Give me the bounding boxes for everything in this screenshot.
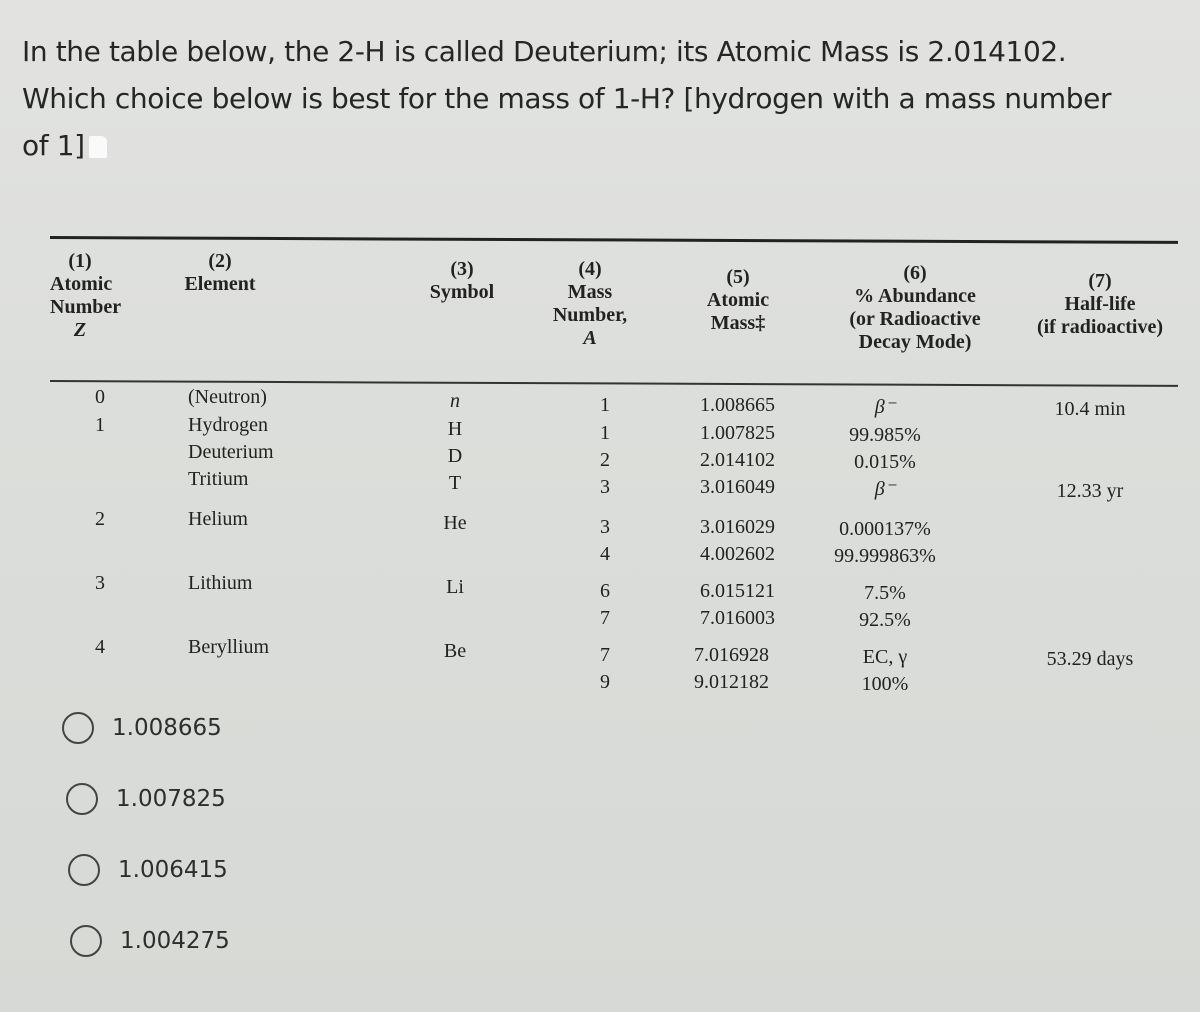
atomic-mass-cell: 2.014102 bbox=[700, 449, 775, 471]
answer-choice-label: 1.007825 bbox=[116, 786, 226, 812]
abundance-cell: 92.5% bbox=[859, 609, 911, 631]
element-name-cell: Beryllium bbox=[188, 636, 270, 658]
column-header-label: Mass‡ bbox=[710, 312, 766, 334]
column-header-label: Decay Mode) bbox=[858, 331, 972, 353]
answer-choice-label: 1.008665 bbox=[112, 715, 222, 741]
table-top-rule bbox=[49, 236, 1178, 244]
abundance-cell: 0.000137% bbox=[839, 518, 931, 540]
element-name-cell: Hydrogen bbox=[188, 414, 268, 436]
column-header-label: Element bbox=[184, 273, 256, 295]
abundance-cell: 100% bbox=[861, 673, 909, 695]
answer-choice-label: 1.006415 bbox=[118, 857, 228, 883]
answer-choice[interactable]: 1.006415 bbox=[68, 854, 228, 886]
column-header-number: (4) bbox=[578, 258, 602, 280]
element-name-cell: (Neutron) bbox=[188, 386, 267, 408]
column-header-label: Mass bbox=[567, 281, 613, 303]
radio-button-icon[interactable] bbox=[70, 925, 102, 957]
atomic-mass-cell: 9.012182 bbox=[694, 671, 769, 693]
column-header-number: (6) bbox=[903, 262, 927, 284]
symbol-cell: T bbox=[448, 472, 462, 494]
column-header-label: (or Radioactive bbox=[849, 308, 981, 330]
element-name-cell: Deuterium bbox=[188, 441, 274, 463]
element-name-cell: Tritium bbox=[188, 468, 249, 490]
radio-button-icon[interactable] bbox=[66, 783, 98, 815]
mass-number-cell: 4 bbox=[600, 543, 610, 565]
atomic-number-cell: 0 bbox=[95, 386, 105, 408]
column-header-label: Half-life bbox=[1064, 293, 1136, 315]
column-header-7: (7) Half-life (if radioactive) bbox=[1020, 270, 1180, 339]
atomic-mass-cell: 7.016003 bbox=[700, 607, 775, 629]
mass-number-cell: 9 bbox=[600, 671, 610, 693]
answer-choice[interactable]: 1.008665 bbox=[62, 712, 222, 744]
abundance-cell: EC, γ bbox=[862, 646, 908, 668]
column-header-number: (5) bbox=[726, 266, 750, 288]
element-name-cell: Helium bbox=[188, 508, 248, 530]
question-line-2: Which choice below is best for the mass … bbox=[22, 82, 1112, 115]
answer-choice[interactable]: 1.007825 bbox=[66, 783, 226, 815]
mass-number-cell: 3 bbox=[600, 476, 610, 498]
column-header-number: (3) bbox=[450, 258, 474, 280]
column-header-number: (1) bbox=[68, 250, 92, 272]
abundance-cell: 0.015% bbox=[854, 451, 916, 473]
answer-choice[interactable]: 1.004275 bbox=[70, 925, 230, 957]
column-header-1: (1) Atomic Number Z bbox=[50, 250, 122, 342]
column-header-label: Number bbox=[50, 296, 122, 318]
mass-number-cell: 1 bbox=[600, 394, 610, 416]
cursor-icon bbox=[88, 136, 107, 158]
column-header-label: Symbol bbox=[429, 281, 495, 303]
column-header-4: (4) Mass Number, A bbox=[542, 258, 638, 350]
column-header-2: (2) Element bbox=[170, 250, 270, 296]
symbol-cell: H bbox=[447, 418, 463, 440]
abundance-cell: 99.999863% bbox=[834, 545, 936, 567]
mass-number-cell: 6 bbox=[600, 580, 610, 602]
atomic-mass-cell: 3.016049 bbox=[700, 476, 775, 498]
atomic-number-cell: 3 bbox=[95, 572, 105, 594]
atomic-mass-cell: 7.016928 bbox=[694, 644, 769, 666]
mass-number-cell: 3 bbox=[600, 516, 610, 538]
atomic-mass-cell: 3.016029 bbox=[700, 516, 775, 538]
question-line-1: In the table below, the 2-H is called De… bbox=[22, 35, 1067, 68]
column-header-label: Atomic bbox=[706, 289, 770, 311]
mass-number-cell: 7 bbox=[600, 607, 610, 629]
column-header-number: (2) bbox=[208, 250, 232, 272]
question-text: In the table below, the 2-H is called De… bbox=[22, 28, 1182, 169]
column-header-label: (if radioactive) bbox=[1036, 316, 1164, 338]
mass-number-cell: 2 bbox=[600, 449, 610, 471]
atomic-mass-cell: 1.007825 bbox=[700, 422, 775, 444]
half-life-cell: 53.29 days bbox=[1046, 648, 1134, 670]
atomic-mass-cell: 4.002602 bbox=[700, 543, 775, 565]
half-life-cell: 10.4 min bbox=[1054, 398, 1126, 420]
column-header-3: (3) Symbol bbox=[412, 258, 512, 304]
atomic-number-cell: 4 bbox=[95, 636, 105, 658]
question-line-3: of 1] bbox=[22, 122, 1182, 169]
symbol-cell: Be bbox=[443, 640, 467, 662]
column-header-variable: A bbox=[583, 327, 597, 349]
atomic-number-cell: 1 bbox=[95, 414, 105, 436]
abundance-cell: 7.5% bbox=[864, 582, 906, 604]
column-header-label: Number, bbox=[552, 304, 628, 326]
mass-number-cell: 7 bbox=[600, 644, 610, 666]
column-header-number: (7) bbox=[1088, 270, 1112, 292]
atomic-number-cell: 2 bbox=[95, 508, 105, 530]
answer-choice-label: 1.004275 bbox=[120, 928, 230, 954]
radio-button-icon[interactable] bbox=[62, 712, 94, 744]
column-header-6: (6)% Abundance (or Radioactive Decay Mode) bbox=[820, 262, 1010, 354]
column-header-label: % Abundance bbox=[854, 285, 976, 307]
symbol-cell: D bbox=[447, 445, 463, 467]
mass-number-cell: 1 bbox=[600, 422, 610, 444]
half-life-cell: 12.33 yr bbox=[1056, 480, 1124, 502]
column-header-variable: Z bbox=[73, 319, 87, 341]
symbol-cell: He bbox=[443, 512, 467, 534]
symbol-cell: n bbox=[450, 390, 460, 412]
abundance-cell: β⁻ bbox=[874, 478, 896, 500]
symbol-cell: Li bbox=[446, 576, 464, 598]
abundance-cell: 99.985% bbox=[849, 424, 921, 446]
column-header-5: (5) Atomic Mass‡ bbox=[688, 266, 788, 335]
element-name-cell: Lithium bbox=[188, 572, 253, 594]
atomic-mass-cell: 1.008665 bbox=[700, 394, 775, 416]
column-header-label: Atomic bbox=[50, 273, 113, 295]
radio-button-icon[interactable] bbox=[68, 854, 100, 886]
atomic-mass-cell: 6.015121 bbox=[700, 580, 775, 602]
abundance-cell: β⁻ bbox=[874, 396, 896, 418]
